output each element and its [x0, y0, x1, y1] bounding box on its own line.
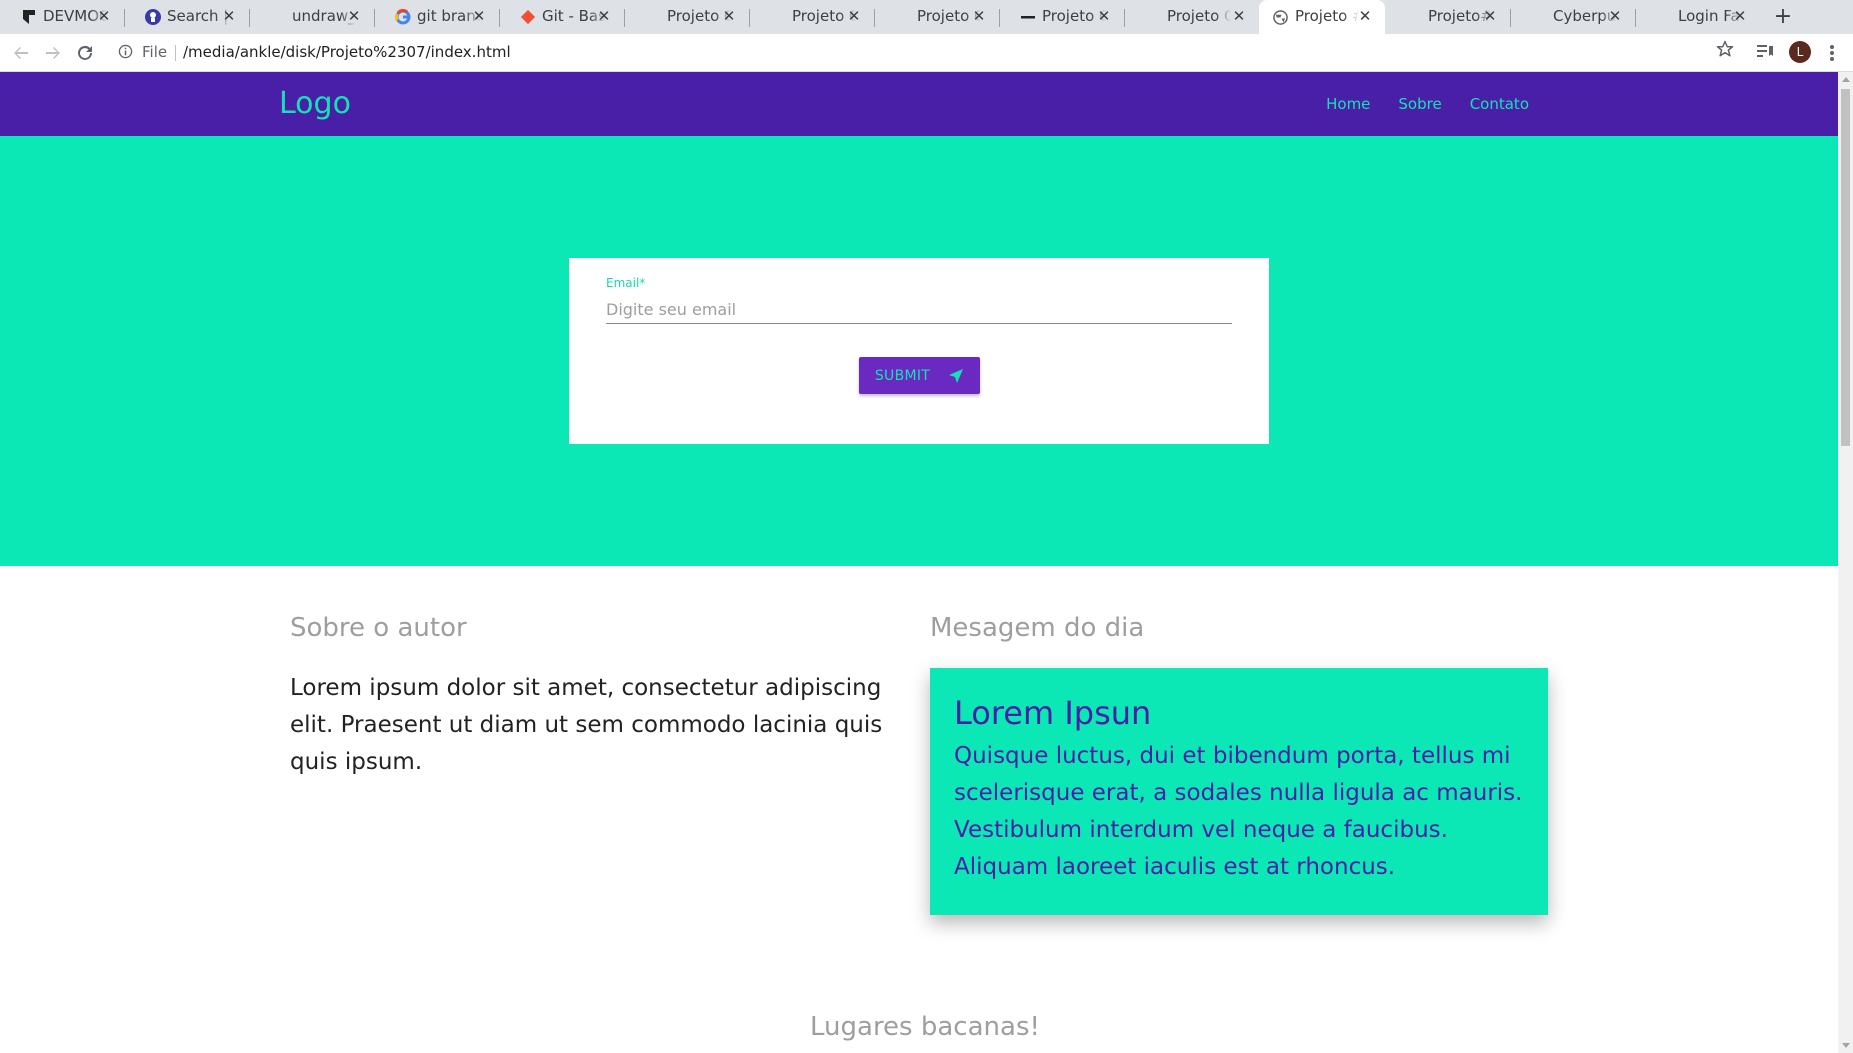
tab-title: Projeto C	[1167, 7, 1231, 25]
places-title: Lugares bacanas!	[810, 1012, 1040, 1042]
about-title: Sobre o autor	[290, 613, 467, 643]
browser-tab[interactable]: Projeto# ✕	[1385, 0, 1511, 34]
page-icon	[895, 9, 911, 25]
scroll-up-arrow-icon[interactable]	[1842, 77, 1850, 82]
browser-tab[interactable]: Cyberpu ✕	[1510, 0, 1636, 34]
menu-kebab-icon[interactable]	[1822, 41, 1842, 65]
reading-list-icon[interactable]	[1756, 42, 1776, 62]
close-tab-icon[interactable]: ✕	[1607, 7, 1623, 25]
nav-links: Home Sobre Contato	[1312, 72, 1543, 136]
nav-link-sobre[interactable]: Sobre	[1384, 72, 1455, 136]
close-tab-icon[interactable]: ✕	[596, 7, 612, 25]
close-tab-icon[interactable]: ✕	[1096, 7, 1112, 25]
close-tab-icon[interactable]: ✕	[1231, 7, 1247, 25]
address-bar[interactable]: File /media/ankle/disk/Projeto%2307/inde…	[108, 38, 1728, 68]
browser-tab[interactable]: Projeto C ✕	[874, 0, 1000, 34]
browser-tab[interactable]: git branc ✕	[374, 0, 500, 34]
tab-strip: DEVMOC ✕ Search | u ✕ undraw_ ✕ git bran…	[0, 0, 1853, 34]
devmoc-icon	[21, 9, 37, 25]
submit-button[interactable]: SUBMIT	[859, 357, 980, 394]
close-tab-icon[interactable]: ✕	[96, 7, 112, 25]
page-icon	[770, 9, 786, 25]
hero-section: Email* SUBMIT	[0, 136, 1838, 566]
bookmark-star-icon[interactable]	[1716, 40, 1738, 62]
browser-toolbar: File /media/ankle/disk/Projeto%2307/inde…	[0, 34, 1853, 72]
nav-link-home[interactable]: Home	[1312, 72, 1384, 136]
browser-tab[interactable]: Search | u ✕	[124, 0, 250, 34]
close-tab-icon[interactable]: ✕	[846, 7, 862, 25]
browser-tab[interactable]: Git - Basi ✕	[499, 0, 625, 34]
search-site-icon	[145, 9, 161, 25]
email-label: Email*	[606, 276, 646, 290]
site-navbar: Logo Home Sobre Contato	[0, 72, 1838, 136]
scrollbar-thumb[interactable]	[1841, 89, 1850, 446]
page-scrollbar[interactable]	[1838, 72, 1853, 1053]
message-card-body: Quisque luctus, dui et bibendum porta, t…	[954, 743, 1523, 880]
close-tab-icon[interactable]: ✕	[971, 7, 987, 25]
back-arrow-icon[interactable]	[9, 41, 33, 65]
profile-avatar[interactable]: L	[1789, 41, 1811, 63]
site-logo[interactable]: Logo	[279, 86, 351, 121]
reload-icon[interactable]	[73, 41, 97, 65]
scroll-down-arrow-icon[interactable]	[1842, 1043, 1850, 1048]
browser-tab[interactable]: Projeto C ✕	[999, 0, 1125, 34]
scheme-label: File	[142, 43, 168, 61]
browser-tab[interactable]: Projeto C ✕	[624, 0, 750, 34]
forward-arrow-icon[interactable]	[41, 41, 65, 65]
message-card-title: Lorem Ipsun	[954, 694, 1152, 732]
dash-icon	[1020, 9, 1036, 25]
page-viewport: Logo Home Sobre Contato Email* SUBMIT So…	[0, 72, 1838, 1053]
send-icon	[949, 368, 964, 383]
message-card: Lorem Ipsun Quisque luctus, dui et biben…	[930, 668, 1548, 915]
page-icon	[1656, 9, 1672, 25]
page-icon	[1406, 9, 1422, 25]
close-tab-icon[interactable]: ✕	[1732, 7, 1748, 25]
close-tab-icon[interactable]: ✕	[1357, 7, 1373, 25]
close-tab-icon[interactable]: ✕	[221, 7, 237, 25]
new-tab-button[interactable]: +	[1771, 5, 1795, 29]
browser-tab[interactable]: Projeto C ✕	[749, 0, 875, 34]
email-form-card: Email* SUBMIT	[569, 258, 1269, 444]
email-field[interactable]	[606, 296, 1232, 324]
url-text[interactable]: /media/ankle/disk/Projeto%2307/index.htm…	[183, 43, 511, 61]
about-text: Lorem ipsum dolor sit amet, consectetur …	[290, 675, 883, 775]
globe-icon	[1272, 9, 1288, 25]
info-icon[interactable]	[118, 44, 134, 60]
page-icon	[645, 9, 661, 25]
page-icon	[1531, 9, 1547, 25]
browser-tab[interactable]: Login Fa ✕	[1635, 0, 1760, 34]
close-tab-icon[interactable]: ✕	[721, 7, 737, 25]
browser-tab[interactable]: undraw_ ✕	[249, 0, 375, 34]
tab-title: Projeto #	[1295, 7, 1359, 25]
page-icon	[1145, 9, 1161, 25]
browser-tab[interactable]: DEVMOC ✕	[0, 0, 125, 34]
close-tab-icon[interactable]: ✕	[1482, 7, 1498, 25]
submit-label: SUBMIT	[874, 367, 931, 384]
browser-tab[interactable]: Projeto C ✕	[1124, 0, 1259, 34]
nav-link-contato[interactable]: Contato	[1456, 72, 1543, 136]
message-title: Mesagem do dia	[930, 613, 1145, 643]
omnibox-divider	[175, 45, 176, 61]
close-tab-icon[interactable]: ✕	[346, 7, 362, 25]
undraw-icon	[270, 9, 286, 25]
git-icon	[520, 9, 536, 25]
browser-tab-active[interactable]: Projeto # ✕	[1259, 0, 1385, 34]
google-icon	[395, 9, 411, 25]
close-tab-icon[interactable]: ✕	[471, 7, 487, 25]
